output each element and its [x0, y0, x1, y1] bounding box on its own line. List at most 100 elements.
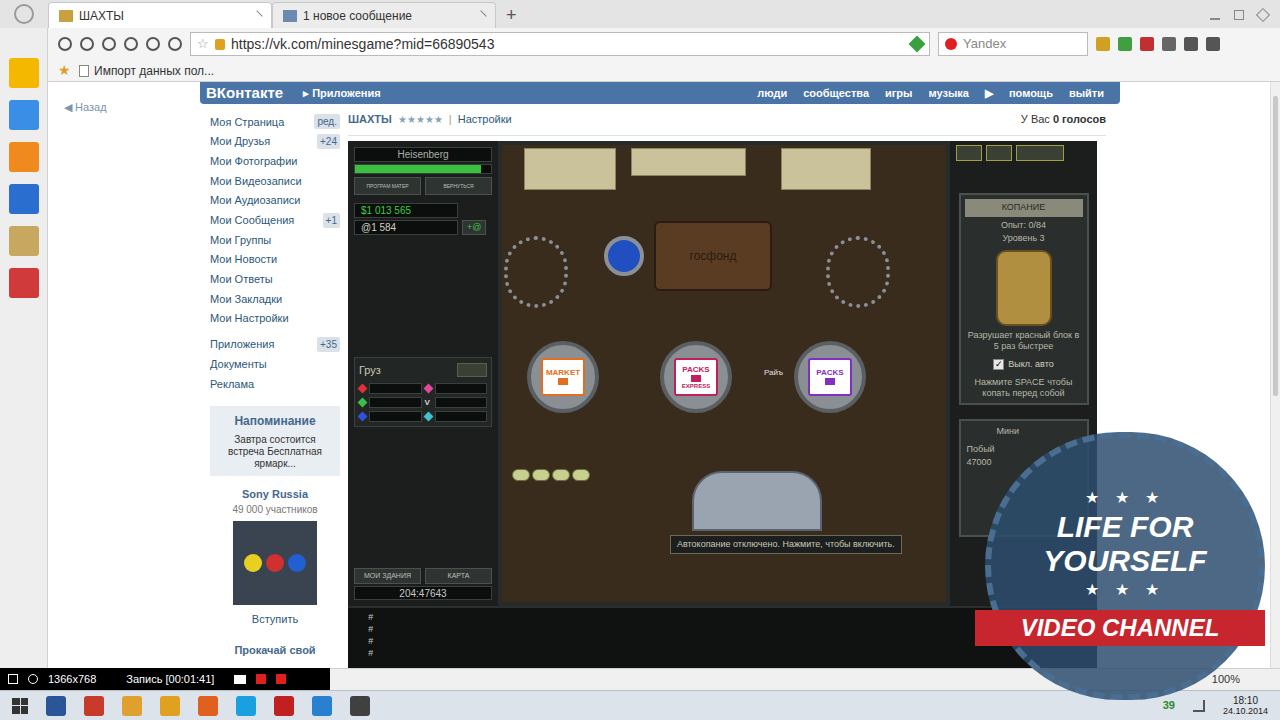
building[interactable]: PACKSEXPRESS: [660, 341, 732, 413]
camera-icon[interactable]: [986, 145, 1012, 161]
header-link[interactable]: музыка: [928, 85, 968, 102]
robot[interactable]: [692, 471, 822, 531]
menu-item[interactable]: Мои Видеозаписи: [210, 171, 340, 191]
game-button[interactable]: КАРТА: [425, 568, 492, 584]
menu-item[interactable]: Мои Группы: [210, 230, 340, 250]
header-link[interactable]: помощь: [1009, 85, 1053, 102]
close-icon[interactable]: [251, 10, 262, 21]
signal-icon[interactable]: [1193, 700, 1205, 712]
auto-checkbox[interactable]: ✓Выкл. авто: [993, 358, 1053, 372]
menu-item[interactable]: Мои Друзья+24: [210, 132, 340, 152]
toolbar-icon[interactable]: [1184, 37, 1198, 51]
header-link[interactable]: люди: [757, 85, 787, 102]
pause-icon[interactable]: [256, 674, 266, 684]
undo-icon[interactable]: [146, 37, 160, 51]
start-icon[interactable]: [12, 698, 28, 714]
credits: @1 584: [354, 220, 458, 235]
toolbar-icon[interactable]: [1206, 37, 1220, 51]
close-icon[interactable]: [475, 10, 486, 21]
header-link[interactable]: ▶: [985, 85, 993, 102]
tray-badge[interactable]: 39: [1163, 697, 1175, 714]
browser-tab[interactable]: ШАХТЫ: [48, 2, 272, 28]
scrollbar[interactable]: [1270, 82, 1280, 668]
menu-item[interactable]: Мои Ответы: [210, 270, 340, 290]
menu-item[interactable]: Реклама: [210, 374, 340, 394]
join-link[interactable]: Вступить: [252, 611, 298, 628]
taskbar-app-icon[interactable]: [350, 696, 370, 716]
group-card[interactable]: Sony Russia49 000 участниковВступитьПрок…: [210, 486, 340, 659]
toolbar-icon[interactable]: [1118, 37, 1132, 51]
toolbar-icon[interactable]: [1140, 37, 1154, 51]
taskbar-app-icon[interactable]: [274, 696, 294, 716]
taskbar-app-icon[interactable]: [160, 696, 180, 716]
sidebar-app-icon[interactable]: [9, 58, 39, 88]
mine-field[interactable]: госфондMARKETPACKSEXPRESSPACKSРайъАвтоко…: [498, 141, 950, 606]
new-tab-button[interactable]: +: [496, 2, 527, 28]
reload-icon[interactable]: [102, 37, 116, 51]
menu-item[interactable]: Мои Фотографии: [210, 151, 340, 171]
building[interactable]: MARKET: [527, 341, 599, 413]
browser-tab[interactable]: 1 новое сообщение: [272, 2, 496, 28]
sidebar-app-icon[interactable]: [9, 142, 39, 172]
toolbar-icon[interactable]: [1162, 37, 1176, 51]
taskbar-app-icon[interactable]: [198, 696, 218, 716]
menu-item[interactable]: Приложения+35: [210, 335, 340, 355]
reminder-card[interactable]: НапоминаниеЗавтра состоится встреча Бесп…: [210, 406, 340, 476]
smiley-icon[interactable]: [14, 4, 34, 24]
module-node[interactable]: [504, 236, 568, 308]
header-link[interactable]: игры: [885, 85, 912, 102]
menu-item[interactable]: Документы: [210, 354, 340, 374]
url-field[interactable]: ☆https://vk.com/minesgame?mid=66890543: [190, 32, 930, 56]
toast[interactable]: Автокопание отключено. Нажмите, чтобы вк…: [670, 535, 902, 554]
building[interactable]: PACKS: [794, 341, 866, 413]
header-link[interactable]: сообщества: [803, 85, 869, 102]
taskbar-app-icon[interactable]: [46, 696, 66, 716]
game-button[interactable]: ПРОГРАМ МАТЕР: [354, 177, 421, 195]
game-button[interactable]: ВЕРНУТЬСЯ: [425, 177, 492, 195]
toolbar-icon[interactable]: [1096, 37, 1110, 51]
menu-item[interactable]: Мои Закладки: [210, 289, 340, 309]
back-link[interactable]: ◀ Назад: [64, 101, 107, 113]
menu-item[interactable]: Мои Новости: [210, 250, 340, 270]
taskbar-app-icon[interactable]: [122, 696, 142, 716]
cargo-button[interactable]: [457, 363, 487, 377]
stop-icon[interactable]: [276, 674, 286, 684]
header-link[interactable]: выйти: [1069, 85, 1104, 102]
bookmark[interactable]: Импорт данных пол...: [79, 62, 214, 80]
game-frame[interactable]: HeisenbergПРОГРАМ МАТЕРВЕРНУТЬСЯ$1 013 5…: [348, 141, 1097, 668]
minimize-icon[interactable]: [1210, 18, 1220, 20]
history-icon[interactable]: [168, 37, 182, 51]
bookmark-star-icon[interactable]: ★: [58, 60, 71, 81]
close-window-icon[interactable]: [1256, 8, 1270, 22]
zoom-icon[interactable]: [28, 674, 38, 684]
sidebar-app-icon[interactable]: [9, 226, 39, 256]
add-credits-button[interactable]: +@: [462, 220, 486, 235]
star-icon[interactable]: ☆: [197, 34, 209, 54]
search-field[interactable]: Yandex: [938, 32, 1088, 56]
menu-item[interactable]: Мои Настройки: [210, 309, 340, 329]
back-icon[interactable]: [58, 37, 72, 51]
module-node[interactable]: [826, 236, 890, 308]
sidebar-app-icon[interactable]: [9, 184, 39, 214]
home-icon[interactable]: [124, 37, 138, 51]
sidebar-app-icon[interactable]: [9, 100, 39, 130]
taskbar-app-icon[interactable]: [84, 696, 104, 716]
sidebar-app-icon[interactable]: [9, 268, 39, 298]
menu-item[interactable]: Мои Аудиозаписи: [210, 191, 340, 211]
settings-link[interactable]: Настройки: [458, 111, 512, 128]
sound-icon[interactable]: [1016, 145, 1064, 161]
fullscreen-icon[interactable]: [956, 145, 982, 161]
taskbar-app-icon[interactable]: [236, 696, 256, 716]
maximize-icon[interactable]: [1234, 10, 1244, 20]
clock[interactable]: 18:1024.10.2014: [1223, 695, 1268, 717]
menu-item[interactable]: Мои Сообщения+1: [210, 210, 340, 230]
camera-icon[interactable]: [234, 675, 246, 684]
window-icon[interactable]: [8, 674, 18, 684]
menu-item[interactable]: Моя Страницаред.: [210, 112, 340, 132]
forward-icon[interactable]: [80, 37, 94, 51]
extension-icon[interactable]: [909, 36, 926, 53]
game-button[interactable]: МОИ ЗДАНИЯ: [354, 568, 421, 584]
repair-icon[interactable]: [604, 236, 644, 276]
vk-logo[interactable]: ВКонтакте: [206, 85, 283, 101]
taskbar-app-icon[interactable]: [312, 696, 332, 716]
